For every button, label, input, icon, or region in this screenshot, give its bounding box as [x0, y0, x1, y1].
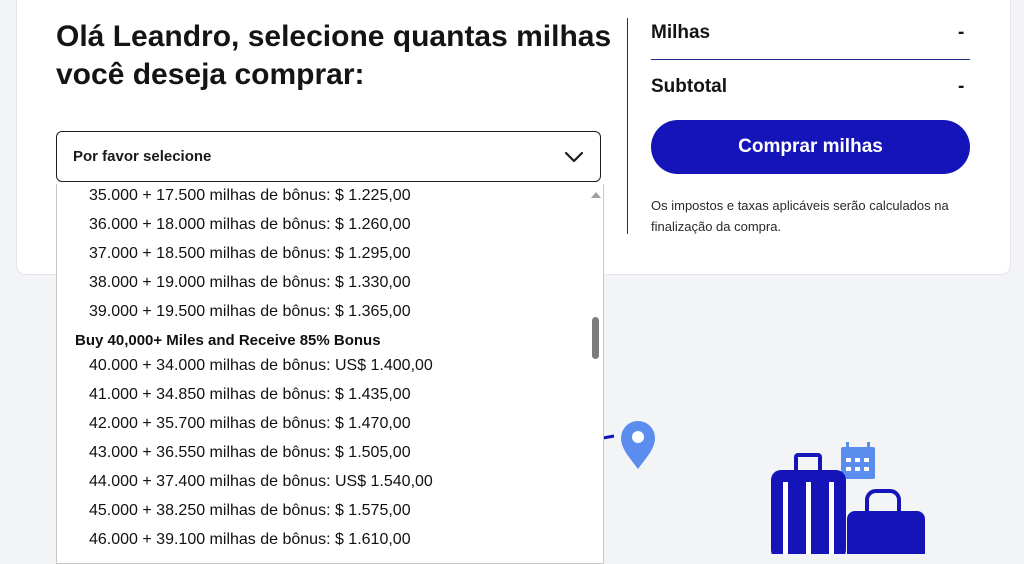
select-value: Por favor selecione	[73, 148, 212, 165]
dropdown-option[interactable]: 39.000 + 19.500 milhas de bônus: $ 1.365…	[89, 301, 411, 323]
buy-miles-button[interactable]: Comprar milhas	[651, 120, 970, 174]
scrollbar-thumb[interactable]	[592, 317, 599, 359]
dropdown-option[interactable]: 46.000 + 39.100 milhas de bônus: $ 1.610…	[89, 529, 411, 551]
chevron-down-icon[interactable]	[564, 147, 584, 167]
scroll-up-arrow-icon[interactable]	[591, 192, 601, 198]
calendar-icon	[841, 442, 875, 479]
dropdown-option[interactable]: 36.000 + 18.000 milhas de bônus: $ 1.260…	[89, 214, 411, 236]
miles-value: -	[958, 22, 965, 43]
dropdown-option[interactable]: 42.000 + 35.700 milhas de bônus: $ 1.470…	[89, 413, 411, 435]
dropdown-option[interactable]: 41.000 + 34.850 milhas de bônus: $ 1.435…	[89, 384, 411, 406]
luggage-icon	[771, 453, 925, 554]
summary-row-divider	[651, 59, 970, 60]
subtotal-value: -	[958, 76, 965, 97]
dropdown-option[interactable]: 45.000 + 38.250 milhas de bônus: $ 1.575…	[89, 500, 411, 522]
tax-note: Os impostos e taxas aplicáveis serão cal…	[651, 198, 949, 234]
route-line	[602, 434, 615, 440]
dropdown-option[interactable]: 40.000 + 34.000 milhas de bônus: US$ 1.4…	[89, 355, 433, 377]
miles-label: Milhas	[651, 22, 711, 43]
miles-select[interactable]: Por favor selecione	[56, 131, 601, 182]
page-title: Olá Leandro, selecione quantas milhas vo…	[56, 20, 612, 91]
dropdown-option[interactable]: 38.000 + 19.000 milhas de bônus: $ 1.330…	[89, 272, 411, 294]
dropdown-option[interactable]: 43.000 + 36.550 milhas de bônus: $ 1.505…	[89, 442, 411, 464]
dropdown-option[interactable]: 35.000 + 17.500 milhas de bônus: $ 1.225…	[89, 185, 411, 207]
miles-dropdown-list[interactable]: 35.000 + 17.500 milhas de bônus: $ 1.225…	[56, 184, 604, 564]
dropdown-option[interactable]: 44.000 + 37.400 milhas de bônus: US$ 1.5…	[89, 471, 433, 493]
subtotal-label: Subtotal	[651, 76, 727, 97]
dropdown-option[interactable]: 37.000 + 18.500 milhas de bônus: $ 1.295…	[89, 243, 411, 265]
option-group-label: Buy 40,000+ Miles and Receive 85% Bonus	[75, 332, 381, 349]
map-pin-icon	[621, 421, 655, 469]
summary-divider	[627, 18, 628, 234]
